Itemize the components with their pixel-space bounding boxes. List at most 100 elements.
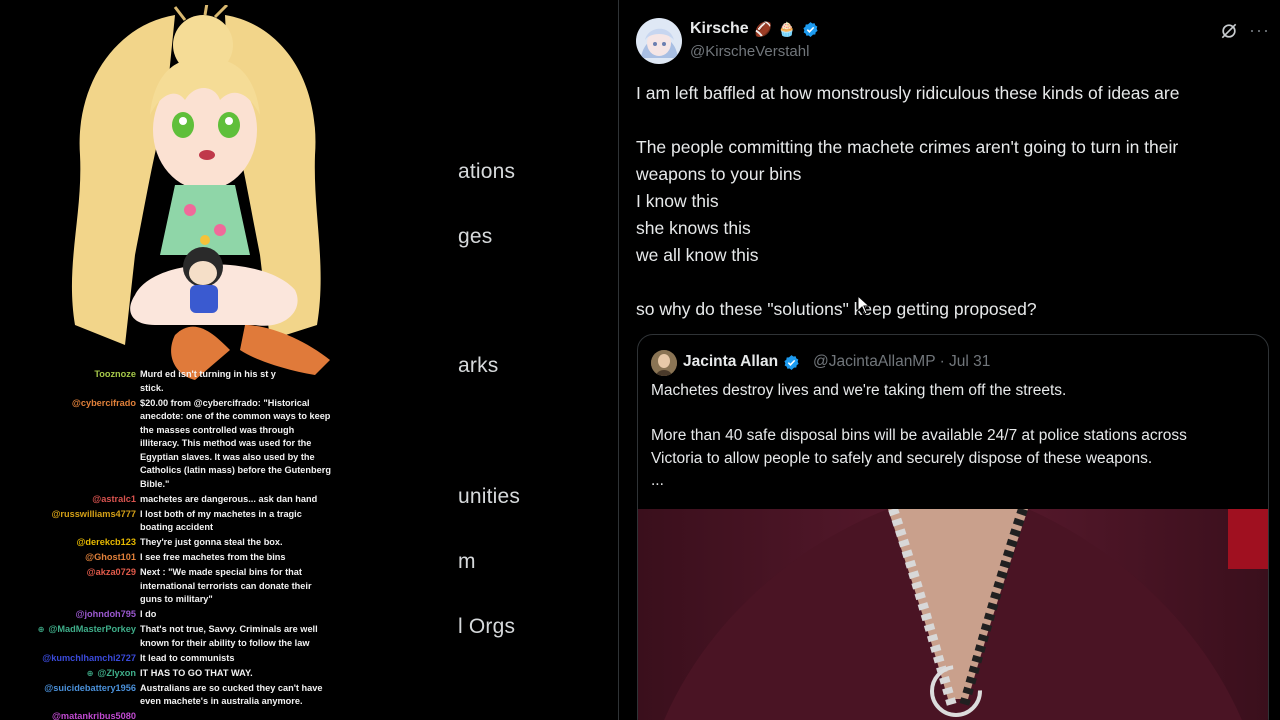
chat-username-text[interactable]: @cybercifrado (72, 398, 136, 408)
chat-username-text[interactable]: @matankribus5080 (52, 711, 136, 720)
sidebar-nav-fragment: ges (458, 225, 493, 248)
chat-message-line: even machete's in australia anymore. (140, 696, 303, 706)
chat-message-line: Murd ed isn't turning in his st y (140, 369, 276, 379)
chat-username[interactable]: ⊕ @MadMasterPorkey (38, 623, 136, 637)
chat-username[interactable]: @suicidebattery1956 (44, 682, 136, 696)
chat-message-line: international terrorists can donate thei… (140, 580, 312, 591)
chat-username-text[interactable]: @russwilliams4777 (51, 509, 136, 519)
chat-message-line: illiteracy. This method was used for the (140, 438, 312, 448)
chat-message-line: Next : "We made special bins for that (140, 567, 302, 577)
chat-message-text: They're just gonna steal the box. (140, 536, 354, 550)
chat-username[interactable]: @akza0729 (87, 566, 136, 580)
quote-author-name[interactable]: Jacinta Allan (683, 353, 800, 371)
chat-username[interactable]: @johndoh795 (75, 608, 136, 622)
chat-username-text[interactable]: @astralc1 (92, 494, 136, 504)
chat-username[interactable]: @derekcb123 (76, 536, 136, 550)
chat-message-line: Bible." (140, 478, 170, 489)
chat-username-text[interactable]: @derekcb123 (76, 537, 136, 547)
chat-message-line: I see free machetes from the bins (140, 552, 286, 562)
chat-username[interactable]: Tooznoze (94, 368, 136, 382)
chat-message-text: machetes are dangerous... ask dan hand (140, 493, 354, 507)
quote-text-line: More than 40 safe disposal bins will be … (651, 427, 1187, 444)
quote-author-display-name[interactable]: Jacinta Allan (683, 353, 778, 371)
chat-username-text[interactable]: @suicidebattery1956 (44, 683, 136, 693)
more-options-icon[interactable]: ··· (1249, 20, 1270, 41)
sidebar-nav-fragment: l Orgs (458, 615, 516, 638)
tweet-text-line: I am left baffled at how monstrously rid… (636, 83, 1180, 103)
chat-message-line: That's not true, Savvy. Criminals are we… (140, 624, 318, 634)
tweet-text-line: The people committing the machete crimes… (636, 137, 1179, 157)
quote-text-line (651, 403, 1261, 426)
tweet-text-line: she knows this (636, 218, 751, 238)
tweet-text-line (636, 107, 1266, 134)
football-emoji: 🏈 (754, 20, 773, 37)
chat-username-text[interactable]: @Zlyxon (97, 668, 136, 678)
quote-handle-date[interactable]: @JacintaAllanMP · Jul 31 (813, 353, 990, 371)
chat-username-text[interactable]: @johndoh795 (75, 609, 136, 619)
chat-message-text: I do (140, 608, 354, 622)
chat-username-text[interactable]: @kumchlhamchi2727 (42, 653, 136, 663)
chat-message-line: known for their ability to follow the la… (140, 637, 310, 648)
chat-username[interactable]: @matankribus5080 (52, 710, 136, 720)
quote-media-image[interactable] (638, 509, 1269, 720)
chat-message-line: I lost both of my machetes in a tragic (140, 508, 302, 519)
chat-message-line: the masses controlled was through (140, 424, 295, 435)
chat-username[interactable]: @cybercifrado (72, 397, 136, 411)
sidebar-nav-fragment: arks (458, 354, 499, 377)
author-display-name[interactable]: Kirsche (690, 20, 749, 38)
author-name[interactable]: Kirsche 🏈 🧁 (690, 20, 819, 38)
chat-badge-icon: ⊕ (86, 668, 94, 678)
quote-text-line: Machetes destroy lives and we're taking … (651, 382, 1067, 399)
chat-username-text[interactable]: @MadMasterPorkey (48, 624, 136, 634)
chat-username-text[interactable]: Tooznoze (94, 369, 136, 379)
chat-message-line: anecdote: one of the common ways to keep (140, 411, 331, 421)
chat-username[interactable]: @astralc1 (92, 493, 136, 507)
verified-badge-icon (802, 21, 818, 37)
chat-username-text[interactable]: @Ghost101 (85, 552, 136, 562)
chat-message-text: It lead to communists (140, 652, 354, 666)
chat-message-line: Australians are so cucked they can't hav… (140, 682, 323, 693)
quote-text: Machetes destroy lives and we're taking … (651, 380, 1261, 493)
tweet-detail: Kirsche 🏈 🧁 @KirscheVerstahl ··· I am le… (618, 0, 1280, 720)
stream-chat: Tooznoze Murd ed isn't turning in his st … (0, 366, 360, 720)
chat-message-line: Egyptian slaves. It was also used by the (140, 451, 315, 462)
chat-message-text: I see free machetes from the bins (140, 551, 354, 565)
chat-message-text: That's not true, Savvy. Criminals are we… (140, 623, 354, 650)
author-handle[interactable]: @KirscheVerstahl (690, 43, 809, 60)
chat-message-line: IT HAS TO GO THAT WAY. (140, 667, 253, 678)
verified-badge-icon (784, 354, 799, 370)
vtuber-avatar-image (71, 5, 330, 380)
chat-message-line: It lead to communists (140, 652, 235, 663)
chat-message-line: machetes are dangerous... ask dan hand (140, 493, 318, 504)
chat-username[interactable]: @kumchlhamchi2727 (42, 652, 136, 666)
chat-message-line: Catholics (latin mass) before the Gutenb… (140, 465, 331, 475)
chat-message-line: stick. (140, 382, 164, 393)
chat-username[interactable]: @russwilliams4777 (51, 508, 136, 522)
author-avatar[interactable] (636, 18, 682, 64)
chat-message-line: They're just gonna steal the box. (140, 537, 283, 547)
sidebar-nav-fragment: ations (458, 160, 516, 183)
grok-icon[interactable] (1219, 21, 1239, 41)
quote-text-line: ... (651, 472, 664, 489)
chat-username[interactable]: @Ghost101 (85, 551, 136, 565)
chat-message-line: $20.00 from @cybercifrado: "Historical (140, 397, 310, 408)
chat-badge-icon: ⊕ (37, 625, 45, 634)
quoted-tweet[interactable]: Jacinta Allan @JacintaAllanMP · Jul 31 M… (637, 334, 1269, 720)
tweet-text-line (636, 269, 1266, 296)
quote-author-avatar[interactable] (651, 350, 677, 376)
chat-message-text: Murd ed isn't turning in his st y stick. (140, 368, 354, 395)
mouse-cursor-icon (857, 295, 871, 315)
stream-overlay: ations ges arks unities m l Orgs Tooznoze Murd… (0, 0, 618, 720)
chat-username[interactable]: ⊕ @Zlyxon (87, 667, 136, 681)
tweet-text-line: so why do these "solutions" keep getting… (636, 299, 1037, 319)
chat-message-text: I lost both of my machetes in a tragic bo… (140, 508, 354, 535)
background-sidebar-fragments: ations ges arks unities m l Orgs (458, 0, 618, 720)
chat-username-text[interactable]: @akza0729 (87, 567, 136, 577)
chat-message-text: Australians are so cucked they can't hav… (140, 682, 354, 709)
chat-message-text: $20.00 from @cybercifrado: "Historical an… (140, 397, 354, 492)
chat-message-text: Next : "We made special bins for that int… (140, 566, 354, 607)
tweet-text-line: weapons to your bins (636, 164, 802, 184)
sidebar-nav-fragment: m (458, 550, 476, 573)
chat-message-line: I do (140, 609, 157, 619)
cupcake-emoji: 🧁 (778, 20, 796, 37)
